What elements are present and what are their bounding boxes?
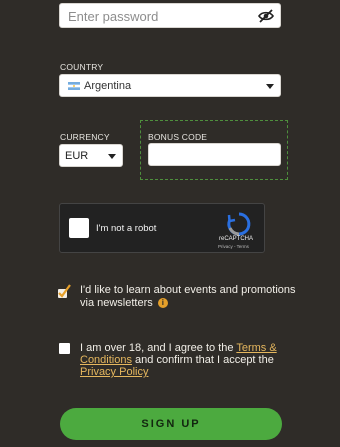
country-label: COUNTRY [60, 62, 104, 72]
age-terms-middle: and confirm that I accept the [131, 354, 274, 366]
age-terms-text: I am over 18, and I agree to the Terms &… [80, 342, 285, 378]
country-value: Argentina [84, 80, 132, 92]
country-select[interactable]: Argentina [59, 74, 281, 97]
eye-slash-icon[interactable] [258, 8, 274, 24]
privacy-policy-link[interactable]: Privacy Policy [80, 366, 148, 378]
recaptcha-checkbox[interactable] [69, 218, 89, 238]
newsletter-consent: I'd like to learn about events and promo… [80, 284, 300, 310]
argentina-flag-icon [68, 82, 80, 90]
recaptcha-widget: I'm not a robot reCAPTCHA Privacy - Term… [59, 203, 265, 253]
recaptcha-links[interactable]: Privacy - Terms [218, 244, 249, 249]
password-placeholder: Enter password [68, 9, 159, 24]
recaptcha-label: I'm not a robot [96, 223, 157, 234]
chevron-down-icon [266, 84, 274, 89]
info-icon[interactable]: i [157, 298, 168, 309]
currency-label: CURRENCY [60, 132, 110, 142]
recaptcha-brand: reCAPTCHA [219, 236, 254, 242]
bonus-code-input[interactable] [148, 143, 281, 166]
age-terms-checkbox[interactable] [59, 343, 70, 354]
currency-value: EUR [65, 150, 89, 162]
password-field[interactable]: Enter password [59, 3, 281, 28]
age-terms-prefix: I am over 18, and I agree to the [80, 342, 237, 354]
bonus-code-label: BONUS CODE [148, 132, 208, 142]
newsletter-text: I'd like to learn about events and promo… [80, 284, 296, 309]
newsletter-checkbox-checked-icon[interactable] [56, 283, 72, 299]
currency-select[interactable]: EUR [59, 144, 123, 167]
sign-up-button[interactable]: SIGN UP [60, 408, 282, 440]
recaptcha-logo-icon [227, 212, 251, 236]
chevron-down-icon [108, 154, 116, 159]
